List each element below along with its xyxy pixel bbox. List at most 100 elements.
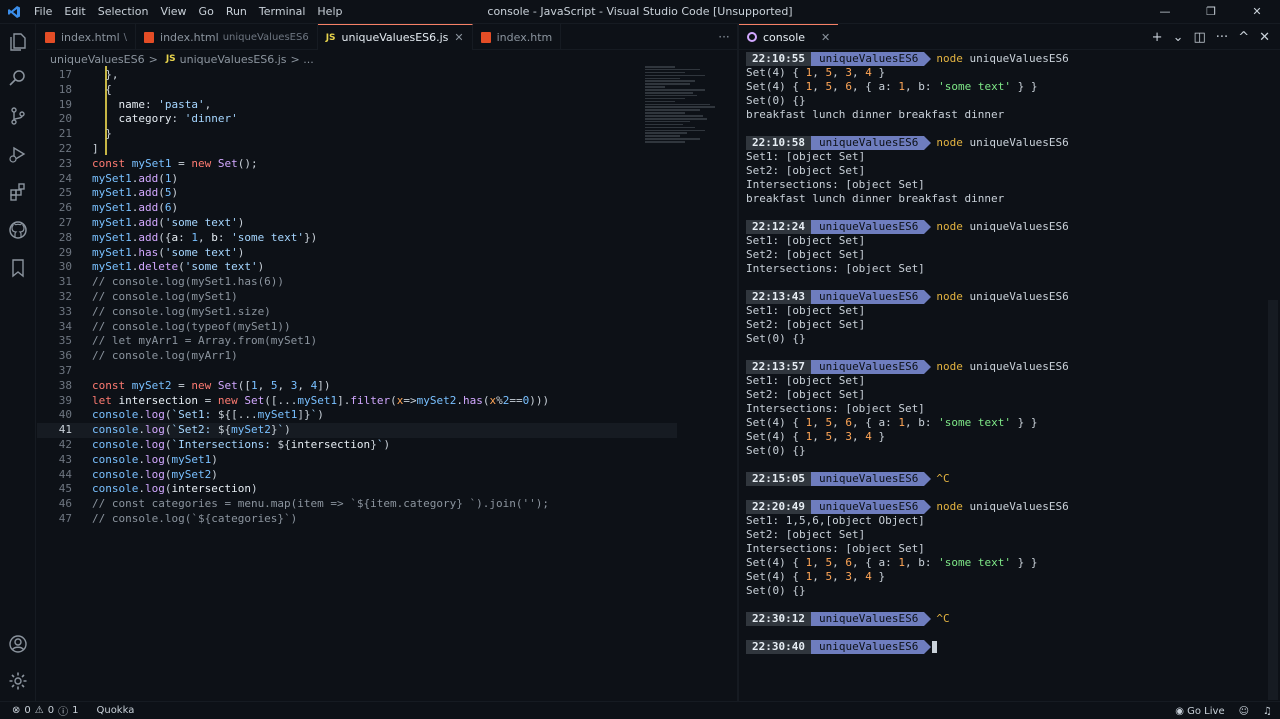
code-line[interactable]: 35// let myArr1 = Array.from(mySet1) <box>37 334 677 349</box>
more-actions-icon[interactable]: ··· <box>1216 30 1228 45</box>
editor-more-actions-icon[interactable]: ··· <box>712 24 736 50</box>
menu-selection[interactable]: Selection <box>92 0 155 24</box>
tab-index-html-2[interactable]: index.html uniqueValuesES6 <box>136 24 318 50</box>
line-number: 43 <box>58 452 72 466</box>
code-line[interactable]: 40 console.log(`Set1: ${[...mySet1]}`) <box>37 408 677 423</box>
prompt-argument: uniqueValuesES6 <box>969 500 1069 513</box>
minimap-line <box>645 112 685 114</box>
close-terminal-tab-icon[interactable]: ✕ <box>821 31 830 44</box>
menu-help[interactable]: Help <box>311 0 348 24</box>
terminal-output-line: Set(0) {} <box>746 444 806 457</box>
code-line[interactable]: 19 name: 'pasta', <box>37 98 677 113</box>
code-line[interactable]: 43 console.log(mySet1) <box>37 453 677 468</box>
terminal-scrollbar[interactable] <box>1268 300 1278 700</box>
go-live-button[interactable]: ◉ Go Live <box>1175 706 1224 717</box>
tab-index-html-1[interactable]: index.html \ <box>37 24 137 50</box>
info-count: 1 <box>72 705 79 716</box>
code-line[interactable]: 39 let intersection = new Set([...mySet1]… <box>37 394 677 409</box>
code-line[interactable]: 29 mySet1.has('some text') <box>37 246 677 261</box>
code-line[interactable]: 45 console.log(intersection) <box>37 482 677 497</box>
feedback-icon[interactable]: ☺ <box>1239 706 1249 717</box>
code-line[interactable]: 42 console.log(`Intersections: ${intersec… <box>37 438 677 453</box>
line-number: 28 <box>58 230 72 244</box>
minimap[interactable] <box>645 66 729 166</box>
code-line[interactable]: 44 console.log(mySet2) <box>37 468 677 483</box>
source-control-icon[interactable] <box>0 100 36 132</box>
code-line[interactable]: 22] <box>37 142 677 157</box>
close-window-icon[interactable]: ✕ <box>1234 0 1280 24</box>
run-debug-icon[interactable] <box>0 138 36 170</box>
notifications-bell-icon[interactable]: ♫ <box>1263 706 1272 717</box>
prompt-time: 22:20:49 <box>746 500 811 514</box>
breadcrumb-tail[interactable]: > ... <box>291 53 314 66</box>
code-line[interactable]: 27 mySet1.add('some text') <box>37 216 677 231</box>
tab-unique-values-js[interactable]: JS uniqueValuesES6.js ✕ <box>317 24 473 50</box>
github-icon[interactable] <box>0 214 36 246</box>
terminal-output-line: Set(4) { 1, 5, 6, { a: 1, b: 'some text'… <box>746 416 1038 429</box>
minimap-line <box>645 115 703 117</box>
menu-file[interactable]: File <box>28 0 58 24</box>
search-icon[interactable] <box>0 62 36 94</box>
menu-bar: File Edit Selection View Go Run Terminal… <box>28 0 348 24</box>
code-line[interactable]: 17 }, <box>37 68 677 83</box>
code-line[interactable]: 46// const categories = menu.map(item =>… <box>37 497 677 512</box>
settings-gear-icon[interactable] <box>0 665 36 697</box>
code-line[interactable]: 33// console.log(mySet1.size) <box>37 305 677 320</box>
menu-run[interactable]: Run <box>220 0 253 24</box>
problems-indicator[interactable]: ⊗ 0 ⚠ 0 ⓘ 1 Quokka <box>0 703 134 718</box>
prompt-time: 22:10:55 <box>746 52 811 66</box>
minimize-icon[interactable]: — <box>1142 0 1188 24</box>
code-line[interactable]: 18 { <box>37 83 677 98</box>
code-line[interactable]: 47// console.log(`${categories}`) <box>37 512 677 527</box>
close-panel-icon[interactable]: ✕ <box>1259 30 1270 45</box>
breadcrumb-folder[interactable]: uniqueValuesES6 <box>50 53 145 66</box>
line-number: 32 <box>58 290 72 303</box>
code-line[interactable]: 34// console.log(typeof(mySet1)) <box>37 320 677 335</box>
bookmark-icon[interactable] <box>0 252 36 284</box>
code-editor[interactable]: 17 }, 18 {19 name: 'pasta', 20 category: '… <box>37 66 737 700</box>
code-line[interactable]: 21 } <box>37 127 677 142</box>
tab-index-htm[interactable]: index.htm <box>473 24 562 50</box>
html-file-icon <box>144 31 155 43</box>
status-bar: ⊗ 0 ⚠ 0 ⓘ 1 Quokka ◉ Go Live ☺ ♫ <box>0 701 1280 719</box>
menu-terminal[interactable]: Terminal <box>253 0 312 24</box>
prompt-time: 22:12:24 <box>746 220 811 234</box>
explorer-icon[interactable] <box>0 26 36 58</box>
account-icon[interactable] <box>0 628 36 660</box>
prompt-time: 22:13:43 <box>746 290 811 304</box>
code-line[interactable]: 37 <box>37 364 677 379</box>
menu-edit[interactable]: Edit <box>58 0 91 24</box>
new-terminal-icon[interactable]: + <box>1152 30 1163 45</box>
terminal-tab-console[interactable]: console ✕ <box>739 23 839 50</box>
split-divider[interactable] <box>737 24 739 701</box>
terminal-output[interactable]: 22:10:55 uniqueValuesES6 node uniqueValues… <box>746 50 1266 700</box>
editor-scrollbar[interactable] <box>728 66 736 700</box>
code-line[interactable]: 30 mySet1.delete('some text') <box>37 260 677 275</box>
code-line[interactable]: 32// console.log(mySet1) <box>37 290 677 305</box>
code-line[interactable]: 24 mySet1.add(1) <box>37 172 677 187</box>
prompt-argument: uniqueValuesES6 <box>969 360 1069 373</box>
breadcrumb-file[interactable]: uniqueValuesES6.js <box>180 53 287 66</box>
quokka-status[interactable]: Quokka <box>96 705 134 716</box>
code-line[interactable]: 20 category: 'dinner' <box>37 112 677 127</box>
chevron-down-icon[interactable]: ⌄ <box>1173 30 1184 45</box>
code-line[interactable]: 26 mySet1.add(6) <box>37 201 677 216</box>
code-line[interactable]: 38 const mySet2 = new Set([1, 5, 3, 4]) <box>37 379 677 394</box>
split-terminal-icon[interactable]: ◫ <box>1193 30 1205 45</box>
maximize-panel-icon[interactable]: ^ <box>1238 30 1249 45</box>
code-line[interactable]: 41 console.log(`Set2: ${mySet2}`) <box>37 423 677 438</box>
code-line[interactable]: 25 mySet1.add(5) <box>37 186 677 201</box>
minimap-line <box>645 120 690 123</box>
line-number: 33 <box>58 304 72 318</box>
code-line[interactable]: 23 const mySet1 = new Set(); <box>37 157 677 172</box>
code-line[interactable]: 31// console.log(mySet1.has(6)) <box>37 275 677 290</box>
close-tab-icon[interactable]: ✕ <box>454 31 463 44</box>
code-line[interactable]: 28 mySet1.add({a: 1, b: 'some text'}) <box>37 231 677 246</box>
line-number: 31 <box>58 275 72 289</box>
menu-go[interactable]: Go <box>193 0 220 24</box>
code-line[interactable]: 36// console.log(myArr1) <box>37 349 677 364</box>
html-file-icon <box>45 31 55 43</box>
extensions-icon[interactable] <box>0 176 36 208</box>
menu-view[interactable]: View <box>154 0 192 24</box>
restore-icon[interactable]: ❐ <box>1188 0 1234 24</box>
